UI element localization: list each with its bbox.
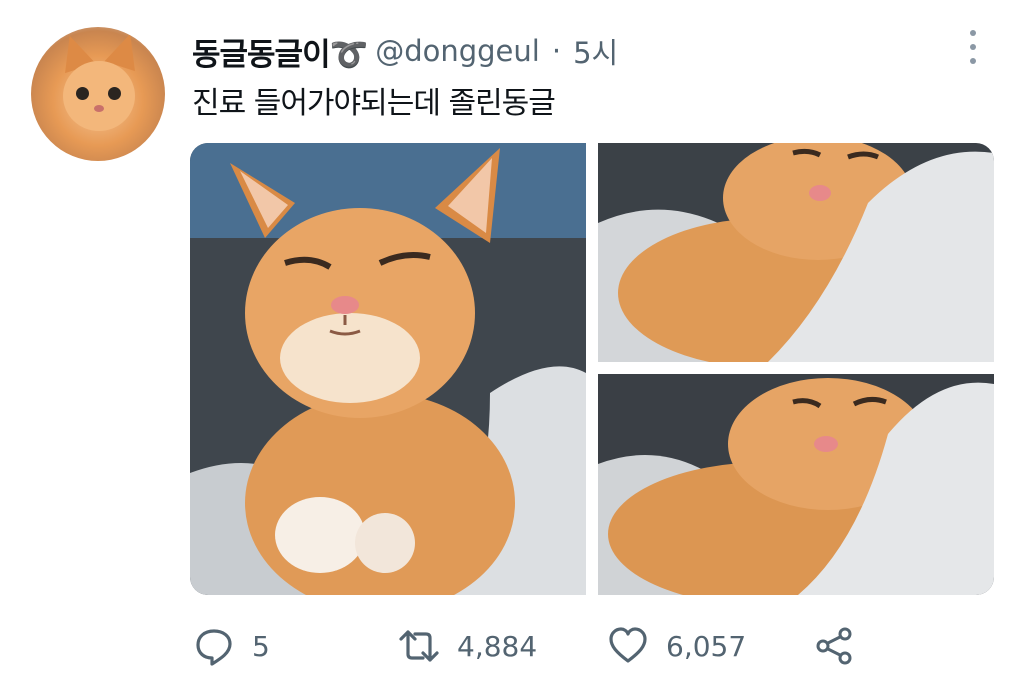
kitten-sleeping-illustration xyxy=(598,143,994,362)
more-dot xyxy=(970,44,976,50)
like-button[interactable]: 6,057 xyxy=(608,620,746,672)
avatar-face xyxy=(63,61,135,131)
more-dot xyxy=(970,58,976,64)
more-icon[interactable] xyxy=(963,30,983,64)
reply-count: 5 xyxy=(252,629,270,663)
tweet-text: 진료 들어가야되는데 졸린동글 xyxy=(192,86,556,121)
like-icon xyxy=(609,627,647,663)
tweet-actions: 5 4,884 6,057 xyxy=(0,620,1024,672)
tweet-photo-3[interactable] xyxy=(598,374,994,595)
kitten-sitting-illustration xyxy=(190,143,586,595)
share-button[interactable] xyxy=(814,620,854,672)
author-handle[interactable]: @donggeul xyxy=(375,34,540,68)
avatar-nose xyxy=(94,105,104,112)
like-count: 6,057 xyxy=(666,629,747,663)
more-dot xyxy=(970,30,976,36)
avatar-eye xyxy=(108,87,121,100)
retweet-count: 4,884 xyxy=(457,629,538,663)
tweet-photo-2[interactable] xyxy=(598,143,994,362)
retweet-icon xyxy=(399,630,439,662)
avatar[interactable] xyxy=(31,27,165,161)
reply-icon xyxy=(196,629,232,666)
avatar-eye xyxy=(76,87,89,100)
reply-button[interactable]: 5 xyxy=(194,620,270,672)
kitten-sleeping-closeup-illustration xyxy=(598,374,994,595)
tweet-photo-1[interactable] xyxy=(190,143,586,595)
retweet-button[interactable]: 4,884 xyxy=(399,620,537,672)
separator-dot: · xyxy=(551,34,562,68)
tweet-header: 동글동글이➰ @donggeul · 5시 xyxy=(192,27,618,75)
share-icon xyxy=(816,627,852,665)
author-name[interactable]: 동글동글이➰ xyxy=(192,29,368,74)
tweet-time[interactable]: 5시 xyxy=(573,30,618,72)
